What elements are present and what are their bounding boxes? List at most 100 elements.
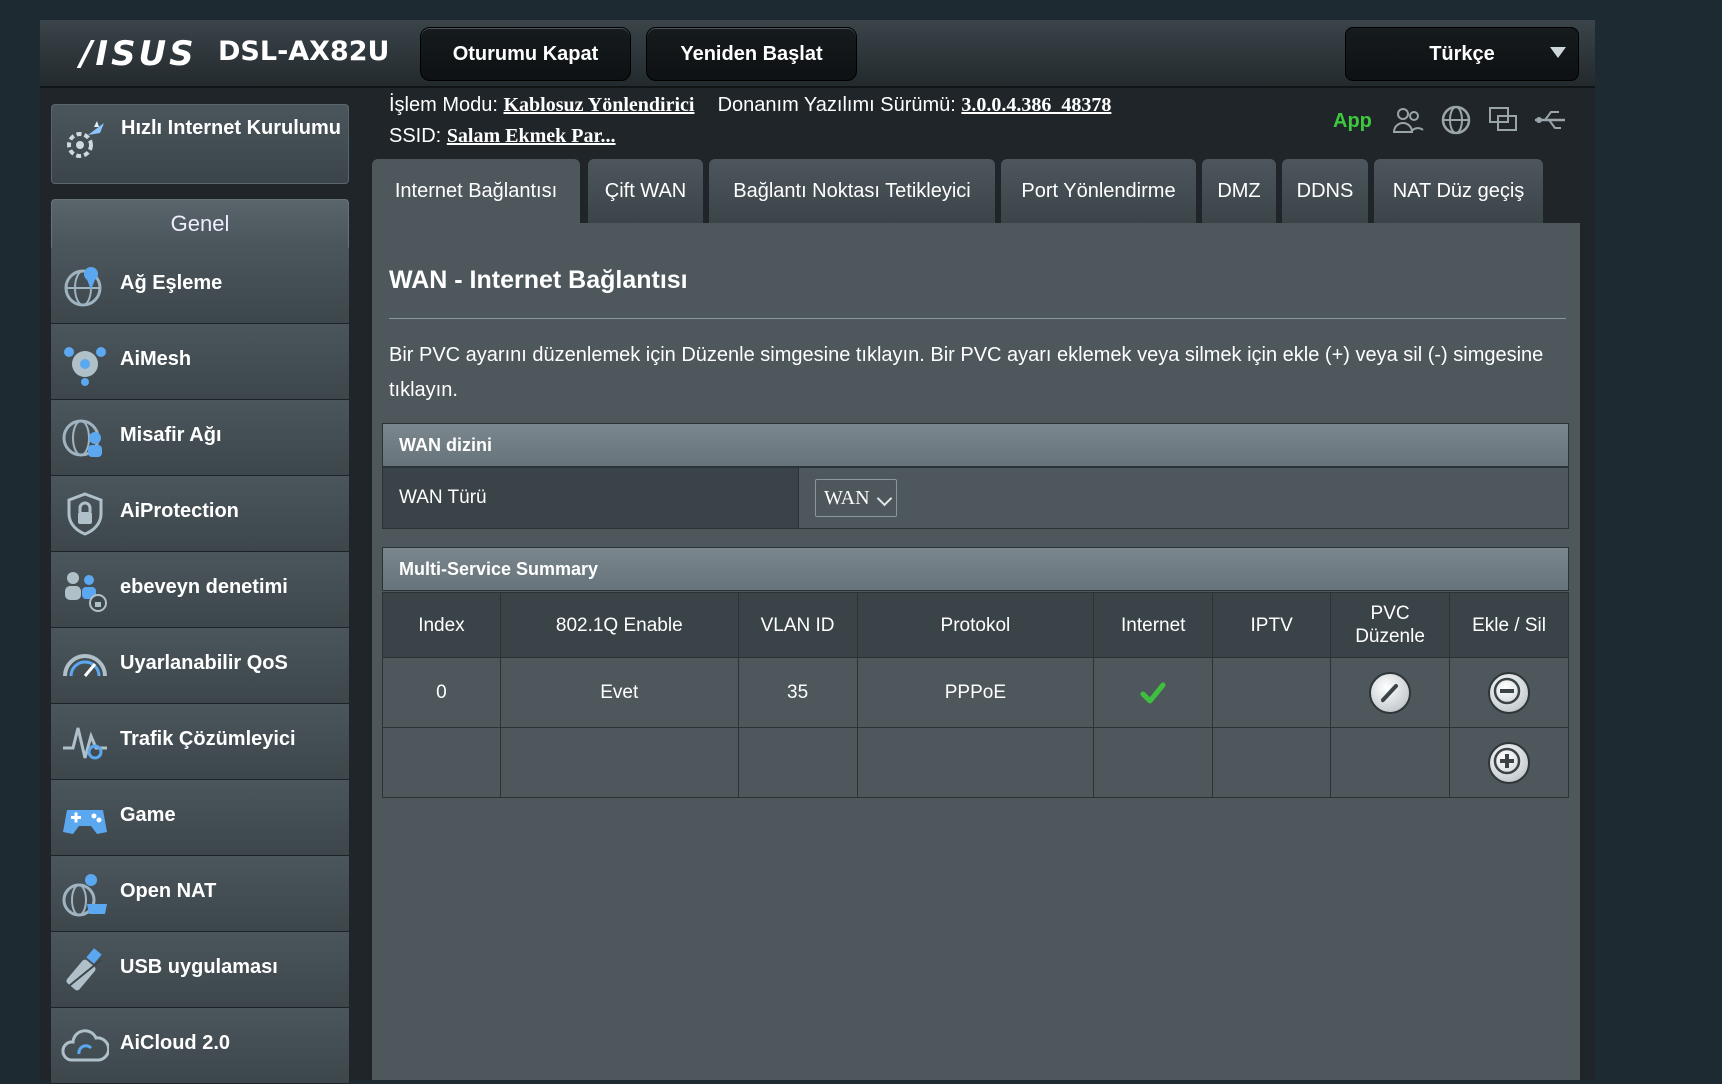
title-divider	[389, 318, 1566, 319]
cell-vlan-id: 35	[737, 657, 858, 728]
sidebar-item-open-nat[interactable]: Open NAT	[51, 856, 349, 932]
cell-internet	[1093, 657, 1214, 728]
cell-add-delete	[1449, 657, 1569, 728]
language-select[interactable]: Türkçe	[1345, 27, 1579, 81]
tab-internet-connection[interactable]: Internet Bağlantısı	[372, 159, 580, 223]
multi-service-summary-heading: Multi-Service Summary	[382, 547, 1569, 591]
table-header-row: Index 802.1Q Enable VLAN ID Protokol Int…	[382, 592, 1569, 658]
cell-empty	[856, 727, 1095, 798]
column-header: 802.1Q Enable	[499, 592, 739, 658]
cell-index: 0	[382, 657, 501, 728]
reboot-button[interactable]: Yeniden Başlat	[646, 27, 857, 81]
ssid-link[interactable]: Salam Ekmek Par...	[447, 125, 616, 147]
plus-icon	[1493, 747, 1521, 774]
sidebar-item-guest-network[interactable]: Misafir Ağı	[51, 400, 349, 476]
gauge-icon	[63, 654, 107, 677]
sidebar-item-label: AiCloud 2.0	[120, 1032, 231, 1054]
column-header: Protokol	[856, 592, 1095, 658]
column-header: PVC Düzenle	[1330, 592, 1451, 658]
firmware-label: Donanım Yazılımı Sürümü:	[717, 94, 956, 116]
guest-network-icon	[62, 419, 102, 457]
quick-setup-label: Hızlı Internet Kurulumu	[121, 117, 341, 139]
firmware-version-link[interactable]: 3.0.0.4.386_48378	[961, 94, 1111, 116]
checkmark-icon	[1140, 682, 1166, 703]
devices-icon[interactable]	[1486, 104, 1520, 136]
usb-app-icon	[66, 948, 102, 991]
sidebar-section-genel: Genel	[51, 199, 349, 249]
operation-mode-link[interactable]: Kablosuz Yönlendirici	[504, 94, 695, 116]
add-pvc-button[interactable]	[1488, 741, 1531, 784]
sidebar-item-aimesh[interactable]: AiMesh	[51, 324, 349, 400]
page-description: Bir PVC ayarını düzenlemek için Düzenle …	[389, 344, 1544, 401]
chevron-down-icon	[1550, 47, 1566, 58]
sidebar-item-label: AiMesh	[120, 348, 192, 370]
language-label: Türkçe	[1429, 42, 1495, 65]
column-header: Index	[382, 592, 501, 658]
page-title: WAN - Internet Bağlantısı	[389, 266, 688, 294]
sidebar-item-aiprotection[interactable]: AiProtection	[51, 476, 349, 552]
logout-button[interactable]: Oturumu Kapat	[420, 27, 631, 81]
brand-logo: /ISUS	[80, 34, 197, 74]
chevron-down-icon	[876, 490, 893, 507]
sidebar-item-parental-control[interactable]: ebeveyn denetimi	[51, 552, 349, 628]
sidebar-item-label: Trafik Çözümleyici	[120, 728, 296, 750]
traffic-analyzer-icon	[63, 727, 107, 760]
operation-mode-label: İşlem Modu:	[389, 94, 498, 116]
sidebar-item-game[interactable]: Game	[51, 780, 349, 856]
tab-port-trigger[interactable]: Bağlantı Noktası Tetikleyici	[709, 159, 995, 223]
tab-nat-passthrough[interactable]: NAT Düz geçiş	[1374, 159, 1543, 223]
cell-empty	[499, 727, 739, 798]
shield-lock-icon	[67, 492, 103, 536]
sidebar-item-label: ebeveyn denetimi	[120, 576, 288, 598]
cell-8021q-enable: Evet	[499, 657, 739, 728]
wan-type-select[interactable]: WAN	[815, 479, 897, 517]
parental-control-icon	[65, 572, 107, 612]
top-header: /ISUS DSL-AX82U Oturumu Kapat Yeniden Ba…	[40, 20, 1595, 88]
tab-dmz[interactable]: DMZ	[1202, 159, 1276, 223]
ssid-label: SSID:	[389, 125, 442, 147]
globe-icon[interactable]	[1439, 104, 1473, 136]
wan-type-label: WAN Türü	[399, 487, 487, 508]
sidebar-item-traffic-analyzer[interactable]: Trafik Çözümleyici	[51, 704, 349, 780]
operation-mode-row: İşlem Modu: Kablosuz Yönlendirici Donanı…	[389, 94, 1111, 117]
table-row: 0 Evet 35 PPPoE	[382, 657, 1569, 728]
cell-pvc-edit	[1330, 657, 1451, 728]
cell-empty	[382, 727, 501, 798]
delete-pvc-button[interactable]	[1488, 671, 1531, 714]
clients-icon[interactable]	[1391, 104, 1425, 136]
tab-ddns[interactable]: DDNS	[1282, 159, 1368, 223]
sidebar-item-aicloud[interactable]: AiCloud 2.0	[51, 1008, 349, 1084]
model-name: DSL-AX82U	[218, 36, 390, 67]
sidebar-item-adaptive-qos[interactable]: Uyarlanabilir QoS	[51, 628, 349, 704]
usb-icon[interactable]	[1533, 104, 1567, 136]
cell-add	[1449, 727, 1569, 798]
sidebar-item-network-map[interactable]: Ağ Eşleme	[51, 248, 349, 324]
wan-type-value: WAN	[824, 487, 870, 509]
column-header: IPTV	[1212, 592, 1332, 658]
cell-empty	[1093, 727, 1214, 798]
minus-icon	[1493, 677, 1521, 704]
tab-dual-wan[interactable]: Çift WAN	[588, 159, 703, 223]
edit-pvc-button[interactable]	[1369, 671, 1412, 714]
sidebar-item-label: Ağ Eşleme	[120, 272, 223, 294]
tab-port-forwarding[interactable]: Port Yönlendirme	[1001, 159, 1196, 223]
sidebar-item-label: Misafir Ağı	[120, 424, 222, 446]
gamepad-icon	[63, 810, 107, 834]
sidebar-item-label: USB uygulaması	[120, 956, 278, 978]
sidebar-item-label: Game	[120, 804, 176, 826]
open-nat-icon	[62, 874, 107, 917]
cell-empty	[1212, 727, 1332, 798]
cell-empty	[737, 727, 858, 798]
wan-type-label-cell: WAN Türü	[383, 468, 799, 528]
quick-setup-button[interactable]: Hızlı Internet Kurulumu	[51, 104, 349, 184]
wan-type-row: WAN Türü WAN	[382, 467, 1569, 529]
column-header: Internet	[1093, 592, 1214, 658]
column-header: VLAN ID	[737, 592, 858, 658]
wan-index-heading: WAN dizini	[382, 423, 1569, 467]
multi-service-table: Index 802.1Q Enable VLAN ID Protokol Int…	[382, 592, 1569, 798]
app-link[interactable]: App	[1333, 110, 1372, 133]
sidebar-item-usb-app[interactable]: USB uygulaması	[51, 932, 349, 1008]
cell-empty	[1330, 727, 1451, 798]
ssid-row: SSID: Salam Ekmek Par...	[389, 125, 616, 148]
column-header: Ekle / Sil	[1449, 592, 1569, 658]
